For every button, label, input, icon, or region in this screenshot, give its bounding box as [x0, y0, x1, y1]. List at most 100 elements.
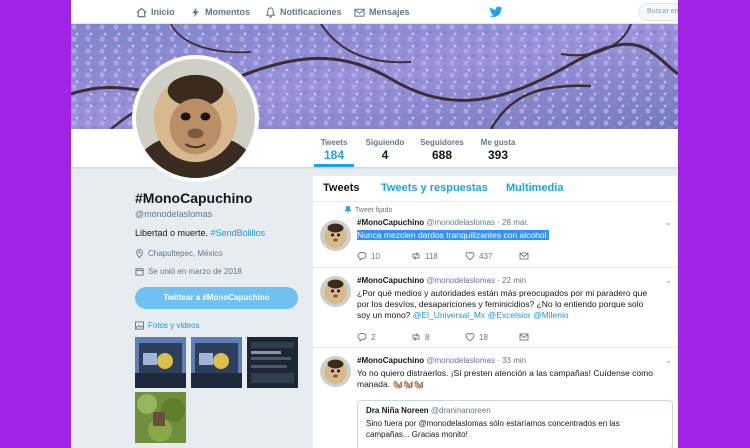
- stat-likes[interactable]: Me gusta 393: [476, 129, 520, 167]
- tweet-author-handle[interactable]: @monodelaslomas: [426, 356, 495, 365]
- profile-name[interactable]: #MonoCapuchino: [135, 190, 252, 206]
- stat-tweets-value: 184: [323, 148, 345, 162]
- tweet-actions: 2 8 18: [357, 332, 573, 342]
- tweet-avatar[interactable]: [320, 220, 351, 251]
- retweet-count: 118: [425, 251, 438, 261]
- like-button[interactable]: 18: [465, 332, 519, 342]
- twitter-bird-icon[interactable]: [489, 5, 503, 19]
- quoted-tweet[interactable]: Dra Niña Noreen @draninanoreen Sino fuer…: [357, 400, 673, 448]
- stat-followers-label: Seguidores: [420, 138, 464, 147]
- nav-notifications[interactable]: Notificaciones: [265, 0, 342, 24]
- tweet-avatar[interactable]: [320, 276, 351, 307]
- photos-videos-link[interactable]: Fotos y videos: [135, 321, 200, 330]
- nav-notifications-label: Notificaciones: [280, 7, 342, 17]
- bio-text: Libertad o muerte.: [135, 228, 209, 238]
- envelope-icon: [354, 8, 365, 17]
- tweet-time[interactable]: · 33 min: [497, 356, 526, 365]
- search-input[interactable]: Buscar en: [638, 3, 678, 21]
- direct-message-button[interactable]: [519, 251, 573, 261]
- lightning-icon: [192, 6, 199, 18]
- stat-tweets-label: Tweets: [320, 138, 348, 147]
- tweet-to-button[interactable]: Twittear a #MonoCapuchino: [135, 287, 298, 309]
- like-count: 437: [479, 251, 493, 261]
- mention-link[interactable]: @El_Universal_Mx: [413, 310, 485, 320]
- tweet-menu-chevron-icon[interactable]: ⌄: [665, 276, 672, 285]
- reply-icon: [357, 333, 367, 342]
- pinned-tweet[interactable]: Tweet fijado #MonoCapuchino @monodelaslo…: [313, 202, 678, 268]
- tweet-text: Yo no quiero distraerlos. ¡Sí presten at…: [357, 368, 653, 389]
- tweet-author-name[interactable]: #MonoCapuchino: [357, 356, 424, 365]
- joined-text: Se unió en marzo de 2018: [148, 267, 242, 276]
- reply-button[interactable]: 10: [357, 251, 411, 261]
- envelope-icon: [519, 333, 529, 341]
- tab-media[interactable]: Multimedia: [506, 182, 563, 194]
- quoted-tweet-text: Sino fuera por @monodelaslomas sólo esta…: [366, 419, 620, 439]
- profile-handle: @monodelaslomas: [135, 209, 213, 219]
- nav-moments[interactable]: Momentos: [190, 0, 250, 24]
- nav-home[interactable]: Inicio: [136, 0, 175, 24]
- nav-home-label: Inicio: [151, 7, 175, 17]
- retweet-button[interactable]: 118: [411, 251, 465, 261]
- nav-moments-label: Momentos: [205, 7, 250, 17]
- mention-link[interactable]: @Milenio: [533, 310, 569, 320]
- retweet-icon: [412, 252, 420, 260]
- quoted-author-handle: @draninanoreen: [430, 406, 491, 415]
- tweet[interactable]: #MonoCapuchino @monodelaslomas · 22 min …: [313, 268, 678, 348]
- profile-location: Chapultepec, México: [135, 249, 223, 258]
- retweet-button[interactable]: 8: [411, 332, 465, 342]
- reply-button[interactable]: 2: [357, 332, 411, 342]
- tweet-header: #MonoCapuchino @monodelaslomas · 22 min: [357, 276, 526, 285]
- bell-icon: [265, 6, 276, 18]
- retweet-icon: [412, 333, 420, 341]
- envelope-icon: [519, 252, 529, 260]
- pinned-label: Tweet fijado: [355, 206, 393, 214]
- tab-tweets[interactable]: Tweets: [323, 182, 359, 194]
- tweet-actions: 10 118 437: [357, 251, 573, 261]
- profile-joined: Se unió en marzo de 2018: [135, 267, 242, 276]
- tweet[interactable]: #MonoCapuchino @monodelaslomas · 33 min …: [313, 348, 678, 448]
- stat-followers[interactable]: Seguidores 688: [417, 129, 467, 167]
- direct-message-button[interactable]: [519, 332, 573, 342]
- home-icon: [136, 7, 147, 17]
- mention-link[interactable]: @Excelsior: [488, 310, 531, 320]
- reply-count: 2: [371, 332, 376, 342]
- twitter-page: Inicio Momentos Notificaciones Mensajes …: [71, 0, 678, 448]
- heart-icon: [465, 251, 475, 261]
- tweet-avatar[interactable]: [320, 356, 351, 387]
- tweet-menu-chevron-icon[interactable]: ⌄: [665, 356, 672, 365]
- stat-likes-value: 393: [487, 148, 509, 162]
- image-icon: [135, 321, 144, 330]
- tweet-text-selected: Nunca mezclen dardos tranquilizantes con…: [357, 230, 549, 240]
- top-navigation: Inicio Momentos Notificaciones Mensajes …: [71, 0, 678, 24]
- bio-hashtag[interactable]: #SendBolillos: [211, 228, 266, 238]
- reply-icon: [357, 252, 367, 261]
- timeline-tabs: Tweets Tweets y respuestas Multimedia: [313, 176, 678, 202]
- stat-followers-value: 688: [431, 148, 453, 162]
- quoted-tweet-header: Dra Niña Noreen @draninanoreen: [366, 406, 664, 415]
- tab-tweets-replies[interactable]: Tweets y respuestas: [381, 182, 488, 194]
- media-thumbnail[interactable]: [135, 392, 186, 443]
- tweet-author-name[interactable]: #MonoCapuchino: [357, 276, 424, 285]
- photos-videos-label: Fotos y videos: [148, 321, 200, 330]
- stat-following-label: Siguiendo: [365, 138, 405, 147]
- tweet-author-handle[interactable]: @monodelaslomas: [426, 218, 495, 227]
- media-thumbnail[interactable]: [135, 337, 186, 388]
- tweet-author-name[interactable]: #MonoCapuchino: [357, 218, 424, 227]
- like-button[interactable]: 437: [465, 251, 519, 261]
- profile-avatar[interactable]: [132, 55, 259, 182]
- media-thumbnail[interactable]: [191, 337, 242, 388]
- calendar-icon: [135, 267, 144, 276]
- nav-messages[interactable]: Mensajes: [354, 0, 410, 24]
- stat-following[interactable]: Siguiendo 4: [361, 129, 409, 167]
- quoted-author-name: Dra Niña Noreen: [366, 406, 429, 415]
- tweet-time[interactable]: · 22 min: [497, 276, 526, 285]
- stat-tweets[interactable]: Tweets 184: [314, 129, 354, 167]
- media-thumbnail[interactable]: [247, 337, 298, 388]
- tweet-time[interactable]: · 28 mar.: [497, 218, 529, 227]
- stat-likes-label: Me gusta: [480, 138, 516, 147]
- reply-count: 10: [371, 251, 380, 261]
- tweet-menu-chevron-icon[interactable]: ⌄: [665, 218, 672, 227]
- location-text: Chapultepec, México: [148, 249, 223, 258]
- tweet-text: Nunca mezclen dardos tranquilizantes con…: [357, 230, 657, 241]
- tweet-author-handle[interactable]: @monodelaslomas: [426, 276, 495, 285]
